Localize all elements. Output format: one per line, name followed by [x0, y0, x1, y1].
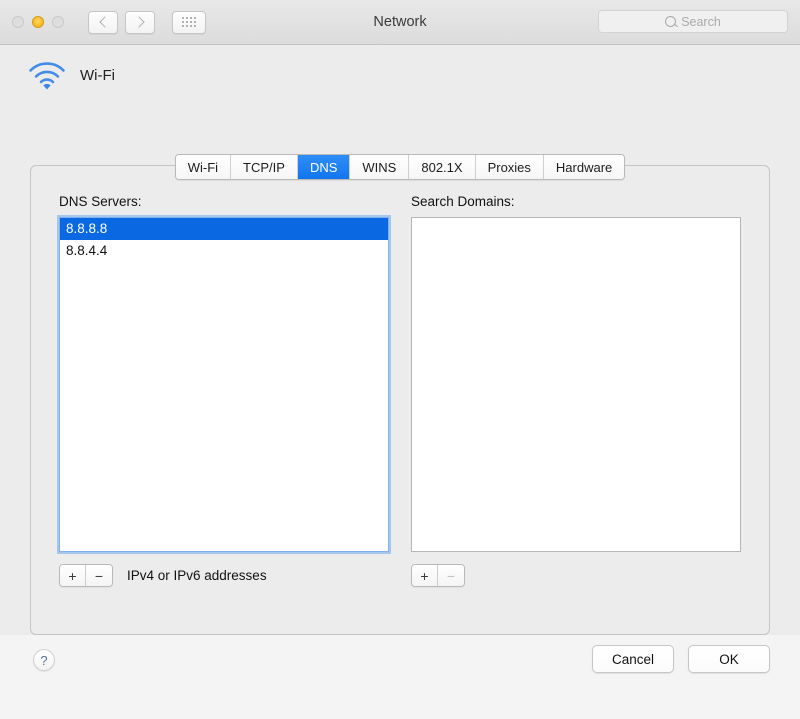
tab-hardware[interactable]: Hardware	[544, 155, 624, 179]
search-domains-label: Search Domains:	[411, 194, 741, 209]
footer-button-group: Cancel OK	[592, 645, 770, 673]
wifi-icon	[26, 60, 68, 90]
service-name-label: Wi-Fi	[80, 67, 115, 84]
traffic-light-group	[12, 16, 64, 28]
add-dns-server-button[interactable]: +	[60, 565, 86, 586]
grid-icon	[182, 17, 196, 27]
remove-search-domain-button: −	[438, 565, 464, 586]
list-item[interactable]: 8.8.8.8	[60, 218, 388, 240]
search-icon	[665, 16, 676, 27]
tab-tcpip[interactable]: TCP/IP	[231, 155, 298, 179]
dns-servers-list[interactable]: 8.8.8.8 8.8.4.4	[59, 217, 389, 552]
tab-group: Wi-Fi TCP/IP DNS WINS 802.1X Proxies Har…	[175, 154, 626, 180]
tab-bar: Wi-Fi TCP/IP DNS WINS 802.1X Proxies Har…	[0, 154, 800, 180]
tab-proxies[interactable]: Proxies	[476, 155, 544, 179]
remove-dns-server-button[interactable]: −	[86, 565, 112, 586]
dns-settings-panel: DNS Servers: 8.8.8.8 8.8.4.4 + − IPv4 or…	[30, 165, 770, 635]
window-content: Wi-Fi DNS Servers: 8.8.8.8 8.8.4.4 + −	[0, 45, 800, 674]
add-search-domain-button[interactable]: +	[412, 565, 438, 586]
close-button[interactable]	[12, 16, 24, 28]
search-input[interactable]: Search	[598, 10, 788, 33]
service-header: Wi-Fi	[0, 45, 800, 89]
forward-button[interactable]	[125, 11, 155, 34]
network-preferences-window: Network Search Wi-Fi	[0, 0, 800, 674]
search-placeholder: Search	[681, 15, 721, 29]
dns-servers-column: DNS Servers: 8.8.8.8 8.8.4.4 + − IPv4 or…	[59, 194, 389, 587]
window-titlebar: Network Search	[0, 0, 800, 45]
search-domains-add-remove: + −	[411, 564, 465, 587]
cancel-button[interactable]: Cancel	[592, 645, 674, 673]
chevron-left-icon	[99, 16, 110, 27]
tab-dns[interactable]: DNS	[298, 155, 350, 179]
dns-servers-add-remove: + −	[59, 564, 113, 587]
back-button[interactable]	[88, 11, 118, 34]
dns-servers-label: DNS Servers:	[59, 194, 389, 209]
show-all-button[interactable]	[172, 11, 206, 34]
dns-servers-controls: + − IPv4 or IPv6 addresses	[59, 564, 389, 587]
zoom-button[interactable]	[52, 16, 64, 28]
search-domains-list[interactable]	[411, 217, 741, 552]
ok-button[interactable]: OK	[688, 645, 770, 673]
minimize-button[interactable]	[32, 16, 44, 28]
tab-wifi[interactable]: Wi-Fi	[176, 155, 231, 179]
search-domains-controls: + −	[411, 564, 741, 587]
dns-servers-hint: IPv4 or IPv6 addresses	[127, 568, 267, 583]
chevron-right-icon	[133, 16, 144, 27]
tab-8021x[interactable]: 802.1X	[409, 155, 475, 179]
help-button[interactable]: ?	[33, 649, 55, 671]
navigation-group	[88, 11, 206, 34]
tab-wins[interactable]: WINS	[350, 155, 409, 179]
search-domains-column: Search Domains: + −	[411, 194, 741, 587]
list-item[interactable]: 8.8.4.4	[60, 240, 388, 262]
panel-columns: DNS Servers: 8.8.8.8 8.8.4.4 + − IPv4 or…	[31, 166, 769, 587]
window-footer: ? Cancel OK	[0, 635, 800, 719]
